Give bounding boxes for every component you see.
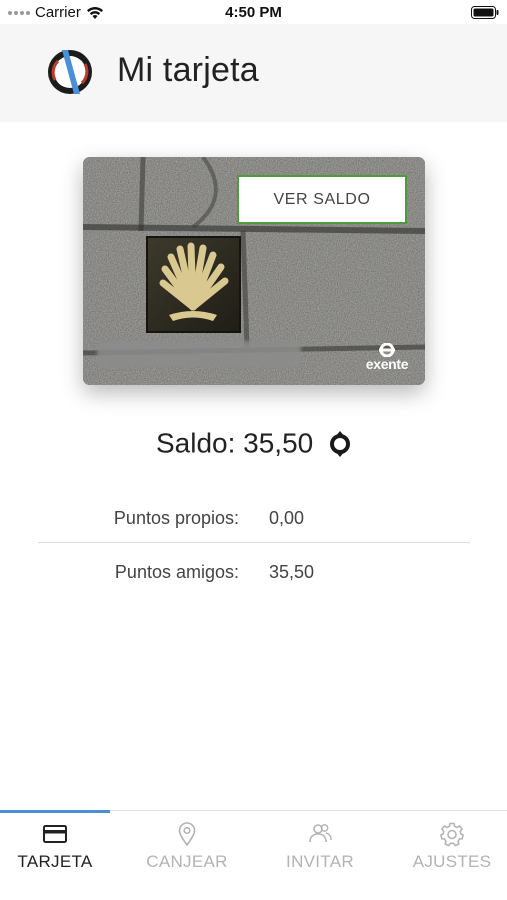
tab-ajustes-label: AJUSTES xyxy=(412,852,492,871)
tab-canjear-label: CANJEAR xyxy=(146,852,228,871)
status-bar: Carrier 4:50 PM xyxy=(0,0,507,24)
tab-invitar-label: INVITAR xyxy=(286,852,354,871)
loyalty-card: VER SALDO exente xyxy=(83,157,425,385)
card-brand-text: exente xyxy=(365,356,409,372)
tab-invitar[interactable]: INVITAR xyxy=(257,811,383,900)
points-own-value: 0,00 xyxy=(269,508,305,528)
tab-tarjeta[interactable]: TARJETA xyxy=(0,811,118,900)
balance-label: Saldo: 35,50 xyxy=(155,427,314,459)
app-header: Mi tarjeta xyxy=(0,24,507,122)
card-icon xyxy=(43,825,67,843)
tab-canjear[interactable]: CANJEAR xyxy=(124,811,250,900)
card-brand-logo: exente xyxy=(359,343,415,373)
coin-icon xyxy=(330,430,351,457)
gear-icon xyxy=(440,822,464,847)
tab-tarjeta-label: TARJETA xyxy=(17,852,93,871)
points-divider xyxy=(38,542,470,543)
view-balance-button[interactable]: VER SALDO xyxy=(237,175,407,224)
points-friends-row: Puntos amigos: 35,50 xyxy=(0,552,507,592)
points-own-row: Puntos propios: 0,00 xyxy=(0,498,507,538)
app-logo-icon xyxy=(48,50,92,94)
people-icon xyxy=(309,824,332,843)
tab-bar: TARJETA CANJEAR INVITAR AJUSTES xyxy=(0,810,507,900)
page-title: Mi tarjeta xyxy=(117,51,259,89)
exente-logo-icon xyxy=(379,343,395,357)
card-number-blurred xyxy=(97,341,301,367)
status-time: 4:50 PM xyxy=(225,4,282,21)
tab-ajustes[interactable]: AJUSTES xyxy=(389,811,507,900)
location-pin-icon xyxy=(178,822,196,847)
points-friends-label: Puntos amigos: xyxy=(114,562,239,582)
battery-icon xyxy=(471,6,499,19)
points-friends-value: 35,50 xyxy=(269,562,315,582)
points-own-label: Puntos propios: xyxy=(113,508,239,528)
balance-display: Saldo: 35,50 xyxy=(0,426,507,460)
